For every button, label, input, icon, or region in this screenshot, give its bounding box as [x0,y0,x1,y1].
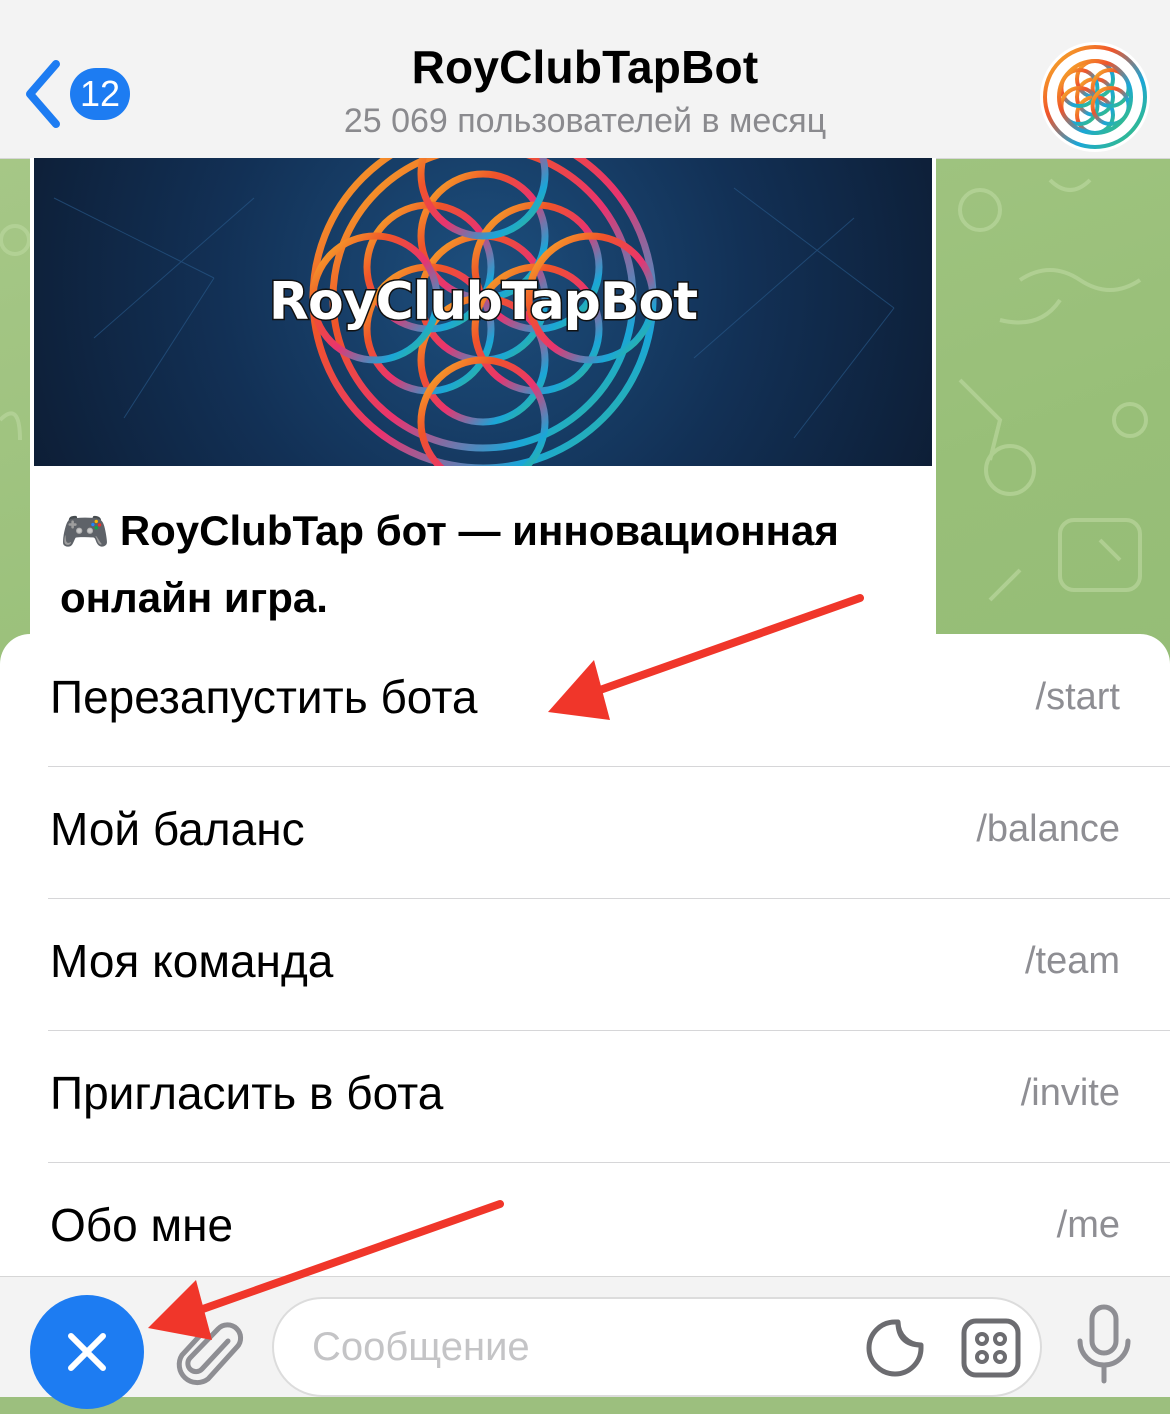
command-label: Перезапустить бота [50,671,478,723]
description-body: RoyClubTap бот — инновационная онлайн иг… [60,507,839,621]
sticker-icon[interactable] [864,1317,926,1379]
chat-subtitle: 25 069 пользователей в месяц [343,102,827,140]
command-item-team[interactable]: Моя команда /team [0,898,1170,1030]
close-icon [68,1333,106,1371]
bot-avatar[interactable] [1040,42,1150,152]
command-label: Моя команда [50,935,334,987]
command-code: /team [1024,940,1120,982]
command-item-start[interactable]: Перезапустить бота /start [0,634,1170,766]
command-code: /balance [976,808,1120,850]
command-item-invite[interactable]: Пригласить в бота /invite [0,1030,1170,1162]
message-placeholder: Сообщение [312,1325,530,1369]
message-input-bar: Сообщение [0,1276,1170,1409]
paperclip-icon[interactable] [172,1315,244,1387]
command-item-me[interactable]: Обо мне /me [0,1162,1170,1276]
chat-header: 12 RoyClubTapBot 25 069 пользователей в … [0,0,1170,159]
command-label: Пригласить в бота [50,1067,444,1119]
message-input[interactable]: Сообщение [272,1297,1042,1397]
command-code: /invite [1020,1072,1120,1114]
close-commands-button[interactable] [30,1295,144,1409]
command-code: /me [1056,1204,1120,1246]
command-label: Обо мне [50,1199,234,1251]
bot-commands-menu: Перезапустить бота /start Мой баланс /ba… [0,634,1170,1276]
bot-description-text: 🎮 RoyClubTap бот — инновационная онлайн и… [60,498,920,631]
bot-commands-icon[interactable] [960,1317,1022,1379]
bot-description-card: 🎮 RoyClubTap бот — инновационная онлайн и… [30,158,936,658]
banner-caption: RoyClubTapBot [267,271,699,334]
command-item-balance[interactable]: Мой баланс /balance [0,766,1170,898]
microphone-icon[interactable] [1072,1303,1136,1391]
gamepad-icon: 🎮 [60,510,110,554]
chat-title[interactable]: RoyClubTapBot [0,40,1170,94]
command-label: Мой баланс [50,803,305,855]
command-code: /start [1035,676,1120,718]
